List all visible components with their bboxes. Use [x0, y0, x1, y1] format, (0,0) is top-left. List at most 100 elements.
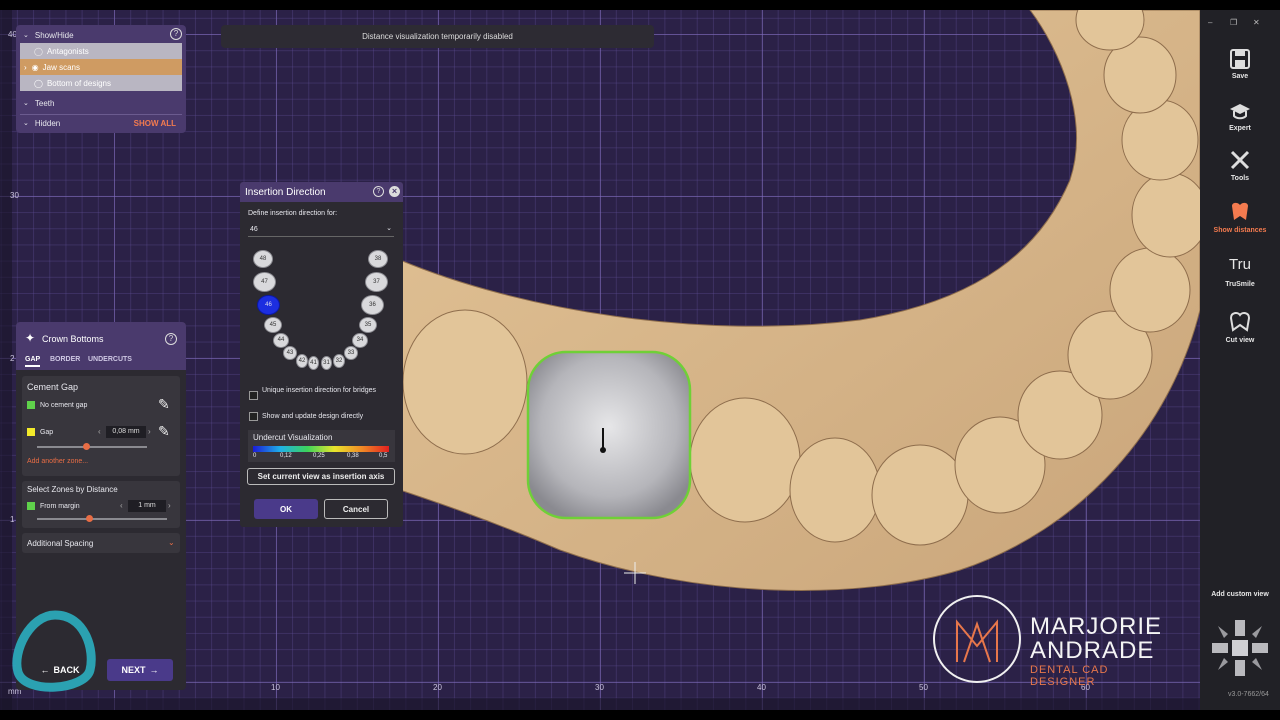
show-hide-header[interactable]: ⌄ Show/Hide [16, 27, 186, 43]
show-hide-teeth[interactable]: ⌄ Teeth [16, 95, 186, 111]
show-all-link[interactable]: SHOW ALL [134, 119, 176, 128]
chevron-down-icon: ⌄ [23, 32, 29, 39]
save-button[interactable]: Save [1200, 48, 1280, 80]
save-icon [1230, 49, 1250, 69]
unique-direction-checkbox[interactable] [249, 391, 258, 400]
tooth-select[interactable]: 46 ⌄ [248, 223, 394, 237]
chevron-down-icon: ⌄ [386, 225, 392, 232]
from-margin-row[interactable]: From margin [27, 502, 80, 510]
gap-row[interactable]: Gap [27, 428, 53, 436]
banner-text: Distance visualization temporarily disab… [362, 32, 513, 41]
increase-arrow[interactable]: › [148, 427, 151, 436]
decrease-arrow[interactable]: ‹ [120, 501, 123, 510]
tooth-37[interactable]: 37 [365, 272, 388, 292]
show-update-checkbox[interactable] [249, 412, 258, 421]
tools-icon [1230, 150, 1250, 170]
tooth-34[interactable]: 34 [352, 333, 368, 348]
chevron-right-icon[interactable]: › [24, 63, 27, 72]
watermark-line3: DENTAL CAD DESIGNER [1030, 664, 1109, 688]
view-cube-icon[interactable] [1208, 616, 1272, 680]
x-tick: 50 [919, 683, 928, 692]
help-icon[interactable]: ? [373, 186, 384, 197]
from-margin-label: From margin [39, 502, 80, 510]
restore-icon[interactable]: ❐ [1230, 18, 1237, 27]
trusmile-button[interactable]: Tru TruSmile [1200, 256, 1280, 288]
tooth-select-value: 46 [250, 226, 258, 233]
trusmile-label: TruSmile [1225, 281, 1255, 288]
tooth-43[interactable]: 43 [283, 346, 297, 360]
expert-button[interactable]: Expert [1200, 100, 1280, 132]
tooth-33[interactable]: 33 [344, 346, 358, 360]
crown-preparation[interactable] [526, 350, 692, 520]
gap-label: Gap [39, 428, 54, 436]
define-label: Define insertion direction for: [248, 210, 338, 217]
dialog-title: Insertion Direction [245, 187, 326, 198]
tooth-41[interactable]: 41 [308, 356, 319, 370]
back-button[interactable]: ← BACK [30, 659, 90, 681]
margin-slider-track[interactable] [37, 518, 167, 520]
close-window-icon[interactable]: ✕ [1253, 18, 1260, 27]
tab-undercuts[interactable]: UNDERCUTS [88, 356, 132, 363]
tab-border[interactable]: BORDER [50, 356, 80, 363]
show-hide-item-bottom-of-designs[interactable]: ◯ Bottom of designs [20, 75, 182, 91]
brush-icon[interactable]: ✎ [158, 423, 170, 440]
eye-off-icon[interactable]: ◯ [34, 79, 43, 88]
horizontal-ruler [0, 698, 1200, 710]
tab-gap[interactable]: GAP [25, 356, 41, 367]
tools-button[interactable]: Tools [1200, 148, 1280, 182]
margin-value-field[interactable]: 1 mm [128, 500, 166, 512]
tooth-45[interactable]: 45 [264, 317, 282, 333]
next-button[interactable]: NEXT → [107, 659, 173, 681]
gap-slider-knob[interactable] [83, 443, 90, 450]
gap-value-field[interactable]: 0,08 mm [106, 426, 146, 438]
distance-tooth-icon [1232, 202, 1248, 220]
crosshair-cursor [624, 562, 646, 584]
show-hide-item-antagonists[interactable]: ◯ Antagonists [20, 43, 182, 59]
tooth-42[interactable]: 42 [296, 354, 308, 368]
watermark: MARJORIE ANDRADE DENTAL CAD DESIGNER [932, 594, 1172, 688]
tooth-31[interactable]: 31 [321, 356, 332, 370]
tooth-38[interactable]: 38 [368, 250, 388, 268]
show-distances-button[interactable]: Show distances [1200, 200, 1280, 234]
show-hide-item-jaw-scans[interactable]: › ◉ Jaw scans [20, 59, 182, 75]
set-insertion-axis-button[interactable]: Set current view as insertion axis [247, 468, 395, 485]
show-hide-hidden[interactable]: ⌄ Hidden SHOW ALL [16, 115, 186, 131]
no-cement-gap-row[interactable]: No cement gap [27, 401, 87, 409]
magic-wand-icon: ✦ [25, 331, 36, 345]
cancel-button[interactable]: Cancel [324, 499, 388, 519]
scale-tick: 0,5 [379, 453, 388, 459]
crown-bottoms-header: ✦ Crown Bottoms ? GAP BORDER UNDERCUTS [16, 322, 186, 370]
ok-button[interactable]: OK [254, 499, 318, 519]
increase-arrow[interactable]: › [168, 501, 171, 510]
additional-spacing-card[interactable]: Additional Spacing ⌄ [22, 533, 180, 553]
brush-icon[interactable]: ✎ [158, 396, 170, 413]
x-tick: 40 [757, 683, 766, 692]
item-label: Bottom of designs [46, 78, 111, 88]
tooth-36[interactable]: 36 [361, 295, 384, 315]
close-icon[interactable]: × [389, 186, 400, 197]
add-zone-link[interactable]: Add another zone... [27, 458, 88, 465]
help-icon[interactable]: ? [170, 28, 182, 40]
tooth-32[interactable]: 32 [333, 354, 345, 368]
trusmile-logo-text: Tru [1229, 256, 1251, 273]
margin-slider-knob[interactable] [85, 515, 93, 522]
eye-off-icon[interactable]: ◯ [34, 47, 43, 56]
x-tick: 30 [595, 683, 604, 692]
cut-view-button[interactable]: Cut view [1200, 310, 1280, 344]
arrow-right-icon: → [149, 665, 159, 675]
add-custom-view-button[interactable]: Add custom view [1200, 591, 1280, 598]
minimize-icon[interactable]: – [1208, 18, 1212, 27]
watermark-line1: MARJORIE [1030, 613, 1163, 640]
tooth-35[interactable]: 35 [359, 317, 377, 333]
undercut-title: Undercut Visualization [253, 433, 333, 442]
tooth-47[interactable]: 47 [253, 272, 276, 292]
trusmile-icon: Tru [1200, 256, 1280, 278]
gap-slider-track[interactable] [37, 446, 147, 448]
tooth-46[interactable]: 46 [257, 295, 280, 315]
additional-spacing-label: Additional Spacing [27, 539, 94, 548]
cement-gap-card: Cement Gap No cement gap ✎ Gap ‹ 0,08 mm… [22, 376, 180, 476]
eye-icon[interactable]: ◉ [32, 63, 39, 72]
decrease-arrow[interactable]: ‹ [98, 427, 101, 436]
tooth-48[interactable]: 48 [253, 250, 273, 268]
help-icon[interactable]: ? [165, 333, 177, 345]
